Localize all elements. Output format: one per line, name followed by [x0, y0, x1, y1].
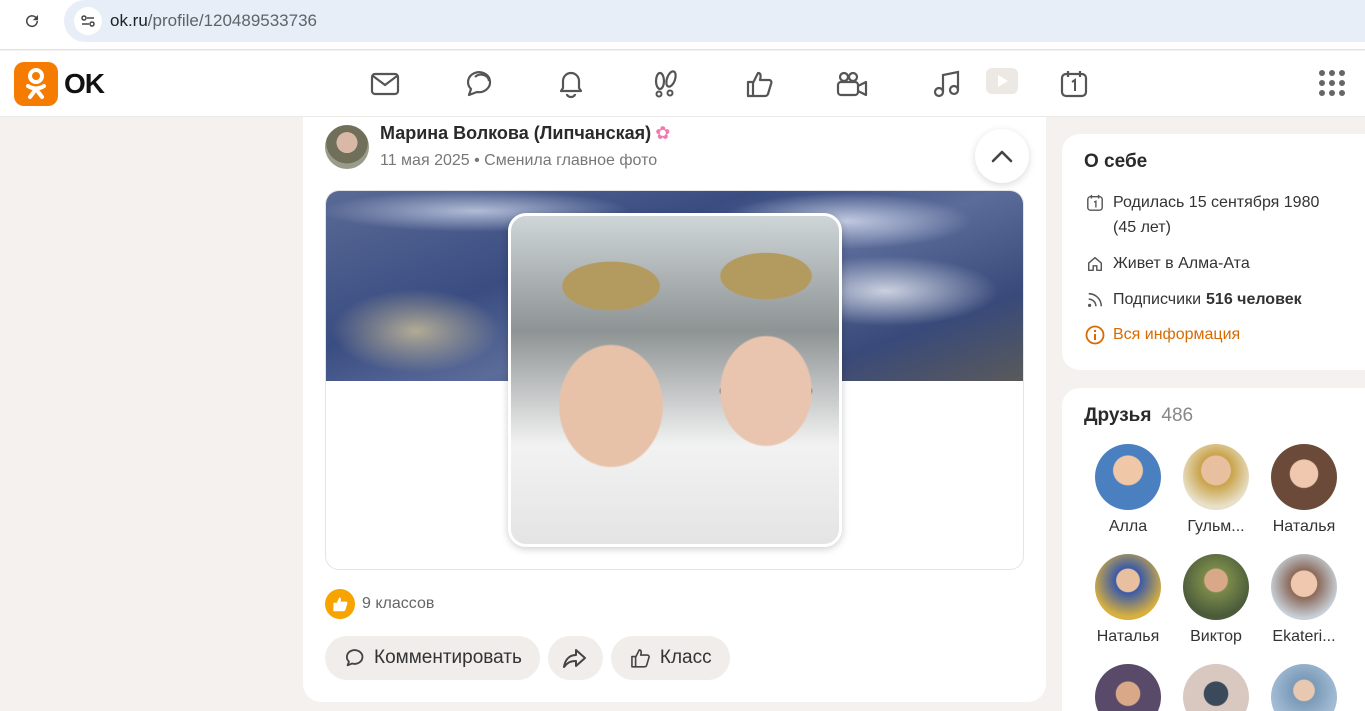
friend-item[interactable]: Виктор — [1172, 554, 1260, 646]
location-text: Живет в Алма-Ата — [1113, 255, 1250, 272]
share-button[interactable] — [547, 636, 603, 680]
friend-item[interactable]: Алла — [1084, 444, 1172, 536]
likes-count: 9 классов — [362, 595, 435, 612]
about-card: О себе Родилась 15 сентября 1980 (45 лет)… — [1062, 134, 1365, 370]
friend-avatar — [1183, 444, 1249, 510]
post-meta: 11 мая 2025 • Сменила главное фото — [380, 152, 657, 170]
address-bar[interactable]: ok.ru/profile/120489533736 — [64, 0, 1365, 42]
like-button[interactable]: Класс — [610, 636, 730, 680]
friend-avatar — [1271, 554, 1337, 620]
friend-name: Ekateri... — [1272, 628, 1336, 645]
friend-avatar — [1183, 664, 1249, 711]
url-path: /profile/120489533736 — [147, 11, 317, 30]
comment-label: Комментировать — [374, 647, 522, 668]
flower-icon: ✿ — [655, 123, 671, 143]
about-title: О себе — [1084, 151, 1148, 172]
logo-text: OK — [64, 68, 105, 99]
followers-label: Подписчики — [1113, 291, 1202, 308]
likes-summary[interactable]: 9 классов — [325, 589, 434, 619]
calendar-icon — [1084, 190, 1106, 215]
ok-logo-icon — [14, 62, 58, 106]
share-icon — [563, 649, 587, 668]
friend-item[interactable] — [1084, 664, 1172, 711]
friend-avatar — [1271, 664, 1337, 711]
friends-count: 486 — [1161, 405, 1194, 426]
site-info-icon[interactable] — [74, 7, 102, 35]
profile-photo-frame[interactable] — [325, 190, 1024, 570]
post-date: 11 мая 2025 — [380, 152, 470, 169]
calendar-icon[interactable] — [1057, 67, 1091, 101]
friend-name: Алла — [1108, 518, 1148, 535]
followers-count: 516 человек — [1206, 291, 1302, 308]
info-icon — [1084, 322, 1106, 347]
browser-toolbar: ok.ru/profile/120489533736 — [0, 0, 1365, 50]
apps-grid-icon[interactable] — [1319, 70, 1345, 96]
friends-title[interactable]: Друзья 486 — [1084, 405, 1193, 427]
post-actions: Комментировать Класс — [325, 636, 738, 680]
video-calls-icon[interactable] — [835, 67, 869, 101]
friend-avatar — [1271, 444, 1337, 510]
followers-row[interactable]: Подписчики 516 человек — [1084, 287, 1302, 312]
comment-icon — [346, 649, 364, 667]
main-profile-photo[interactable] — [508, 213, 842, 547]
site-header: OK — [0, 51, 1365, 117]
friend-avatar — [1095, 444, 1161, 510]
friend-name: Наталья — [1096, 628, 1160, 645]
feed-post: Марина Волкова (Липчанская) ✿ 11 мая 2025… — [303, 117, 1046, 702]
friend-item[interactable]: Ekateri... — [1260, 554, 1348, 646]
friend-item[interactable]: Наталья — [1084, 554, 1172, 646]
author-name[interactable]: Марина Волкова (Липчанская) ✿ — [380, 123, 670, 144]
ok-logo[interactable]: OK — [14, 62, 105, 106]
friend-avatar — [1095, 664, 1161, 711]
age-text: (45 лет) — [1113, 219, 1171, 236]
music-icon[interactable] — [929, 67, 963, 101]
home-icon — [1084, 251, 1106, 276]
like-label: Класс — [659, 647, 712, 668]
all-info-link[interactable]: Вся информация — [1084, 322, 1240, 347]
url-text: ok.ru/profile/120489533736 — [110, 11, 317, 31]
notifications-icon[interactable] — [554, 67, 588, 101]
meta-separator: • — [474, 152, 480, 169]
comment-button[interactable]: Комментировать — [325, 636, 540, 680]
author-name-text: Марина Волкова (Липчанская) — [380, 123, 652, 143]
friend-item[interactable]: Гульм... — [1172, 444, 1260, 536]
url-host: ok.ru — [110, 11, 148, 30]
reactions-icon[interactable] — [742, 67, 776, 101]
thumbs-up-icon — [631, 649, 650, 668]
friend-avatar — [1183, 554, 1249, 620]
chevron-up-icon — [991, 150, 1013, 163]
friend-name: Гульм... — [1187, 518, 1245, 535]
friends-title-text: Друзья — [1084, 405, 1152, 426]
birthday-text: Родилась 15 сентября 1980 — [1113, 194, 1320, 211]
friend-item[interactable] — [1172, 664, 1260, 711]
friend-avatar — [1095, 554, 1161, 620]
rss-icon — [1084, 287, 1106, 312]
reload-icon[interactable] — [20, 9, 44, 33]
location-row: Живет в Алма-Ата — [1084, 251, 1250, 276]
discussions-icon[interactable] — [462, 67, 496, 101]
post-action: Сменила главное фото — [484, 152, 658, 169]
author-avatar[interactable] — [325, 125, 369, 169]
friend-item[interactable]: Наталья — [1260, 444, 1348, 536]
collapse-button[interactable] — [975, 129, 1029, 183]
friend-name: Виктор — [1190, 628, 1242, 645]
like-badge-icon — [325, 589, 355, 619]
all-info-text: Вся информация — [1113, 326, 1241, 343]
birthday-row: Родилась 15 сентября 1980 (45 лет) — [1084, 190, 1319, 240]
friends-card: Друзья 486 Алла Гульм... Наталья Наталья … — [1062, 388, 1365, 711]
guests-icon[interactable] — [648, 67, 682, 101]
friend-name: Наталья — [1272, 518, 1336, 535]
friend-item[interactable] — [1260, 664, 1348, 711]
messages-icon[interactable] — [368, 67, 402, 101]
video-icon[interactable] — [984, 66, 1020, 96]
